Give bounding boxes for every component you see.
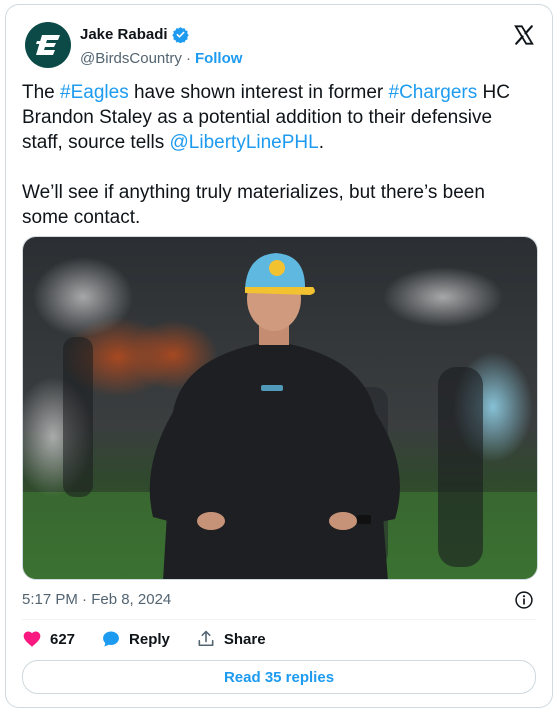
share-icon	[198, 630, 214, 647]
author-name[interactable]: Jake Rabadi	[80, 26, 168, 43]
mention-libertylinephl-link[interactable]: @LibertyLinePHL	[170, 132, 319, 153]
share-label: Share	[223, 630, 266, 648]
heart-icon	[23, 631, 41, 647]
author-handle[interactable]: @BirdsCountry	[80, 50, 182, 67]
info-icon[interactable]	[514, 590, 534, 610]
author-name-row[interactable]: Jake Rabadi	[80, 26, 189, 43]
hashtag-chargers-link[interactable]: #Chargers	[389, 82, 478, 103]
like-button[interactable]: 627	[22, 629, 75, 649]
birds-country-logo-icon	[36, 35, 60, 55]
tweet-photo[interactable]	[22, 236, 538, 580]
tweet-card: Jake Rabadi @BirdsCountry · Follow The #…	[5, 4, 553, 708]
text-segment: The	[22, 82, 61, 103]
reply-button[interactable]: Reply	[101, 629, 170, 649]
text-segment: have shown interest in former	[128, 82, 389, 103]
tweet-text: The #Eagles have shown interest in forme…	[22, 80, 532, 230]
avatar[interactable]	[25, 22, 71, 68]
like-count: 627	[50, 630, 76, 648]
photo-coach-image	[23, 237, 537, 579]
follow-button[interactable]: Follow	[195, 50, 243, 67]
author-handle-row: @BirdsCountry · Follow	[80, 50, 242, 67]
reply-bubble-icon	[103, 631, 119, 647]
share-button[interactable]: Share	[196, 629, 266, 649]
read-replies-button[interactable]: Read 35 replies	[22, 660, 536, 694]
verified-badge-icon	[171, 27, 189, 43]
divider	[22, 619, 536, 620]
separator-dot: ·	[185, 50, 191, 67]
x-logo-icon[interactable]	[513, 24, 535, 46]
action-bar: 627 Reply Share	[22, 629, 292, 649]
reply-label: Reply	[129, 630, 170, 648]
tweet-timestamp[interactable]: 5:17 PM · Feb 8, 2024	[22, 591, 171, 608]
hashtag-eagles-link[interactable]: #Eagles	[60, 82, 129, 103]
